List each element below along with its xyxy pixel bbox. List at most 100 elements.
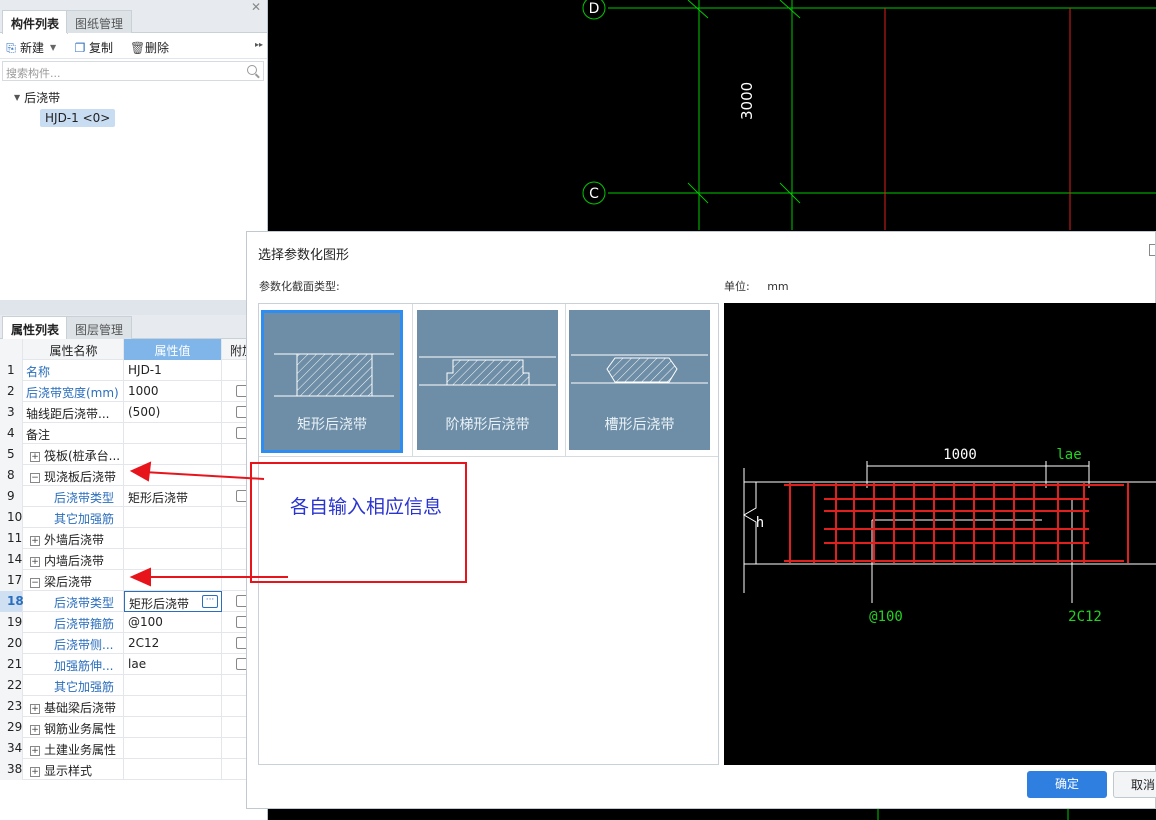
shape-card-stepped[interactable]: 阶梯形后浇带 bbox=[417, 310, 558, 450]
property-value[interactable] bbox=[124, 738, 222, 759]
property-value[interactable] bbox=[124, 717, 222, 738]
row-number: 8 bbox=[0, 465, 23, 486]
property-row-34[interactable]: 34 + 土建业务属性 bbox=[0, 738, 268, 759]
row-number: 22 bbox=[0, 675, 23, 696]
property-value[interactable] bbox=[124, 570, 222, 591]
property-row-22[interactable]: 22 其它加强筋 bbox=[0, 675, 268, 696]
panel-splitter[interactable] bbox=[0, 300, 268, 315]
collapse-icon[interactable]: − bbox=[30, 472, 40, 483]
property-name-text: 筏板(桩承台... bbox=[44, 449, 121, 463]
close-icon[interactable]: ✕ bbox=[251, 0, 261, 14]
property-row-17[interactable]: 17− 梁后浇带 bbox=[0, 570, 268, 591]
expand-icon[interactable]: + bbox=[30, 556, 40, 567]
component-list-panel: 构件列表 图纸管理 ✕ ⎘ 新建 ▼ ❐ 复制 🗑 删除 ▸▸ 搜索构件... … bbox=[0, 0, 268, 300]
tab-property-list[interactable]: 属性列表 bbox=[2, 316, 69, 340]
dialog-title: 选择参数化图形 bbox=[258, 248, 350, 263]
property-row-9[interactable]: 9 后浇带类型 矩形后浇带 bbox=[0, 486, 268, 507]
dialog-maximize-icon[interactable] bbox=[1149, 244, 1155, 256]
header-num bbox=[0, 339, 23, 360]
expand-icon[interactable]: + bbox=[30, 745, 40, 756]
property-name-text: 后浇带类型 bbox=[54, 491, 115, 505]
property-name: 后浇带侧... bbox=[24, 633, 124, 654]
property-name: 名称 bbox=[24, 360, 124, 381]
property-value[interactable]: 2C12 bbox=[124, 633, 222, 654]
property-row-4[interactable]: 4 备注 bbox=[0, 423, 268, 444]
preview-drawing: 1000 lae h @100 2C12 bbox=[743, 447, 1156, 625]
property-value[interactable] bbox=[124, 528, 222, 549]
header-value: 属性值 bbox=[124, 339, 222, 360]
property-row-23[interactable]: 23 + 基础梁后浇带 bbox=[0, 696, 268, 717]
property-row-11[interactable]: 11 + 外墙后浇带 bbox=[0, 528, 268, 549]
tree-node-hjd1[interactable]: HJD-1 <0> bbox=[40, 109, 116, 127]
property-value[interactable] bbox=[124, 549, 222, 570]
caret-down-icon[interactable]: ▼ bbox=[14, 93, 20, 102]
expand-icon[interactable]: + bbox=[30, 451, 40, 462]
new-button[interactable]: ⎘ 新建 ▼ bbox=[5, 39, 56, 56]
property-value[interactable] bbox=[124, 696, 222, 717]
property-row-38[interactable]: 38 + 显示样式 bbox=[0, 759, 268, 780]
row-number: 9 bbox=[0, 486, 23, 507]
property-value-text: 矩形后浇带 bbox=[128, 491, 189, 505]
property-row-10[interactable]: 10 其它加强筋 bbox=[0, 507, 268, 528]
row-number: 29 bbox=[0, 717, 23, 738]
property-name: 加强筋伸... bbox=[24, 654, 124, 675]
property-value-text: 2C12 bbox=[128, 636, 160, 650]
property-row-29[interactable]: 29 + 钢筋业务属性 bbox=[0, 717, 268, 738]
property-value[interactable] bbox=[124, 423, 222, 444]
property-value[interactable]: 1000 bbox=[124, 381, 222, 402]
property-row-19[interactable]: 19 后浇带箍筋 @100 bbox=[0, 612, 268, 633]
property-value[interactable]: (500) bbox=[124, 402, 222, 423]
property-row-8[interactable]: 8− 现浇板后浇带 bbox=[0, 465, 268, 486]
tab-layer-management[interactable]: 图层管理 bbox=[66, 316, 133, 339]
property-row-5[interactable]: 5 + 筏板(桩承台... bbox=[0, 444, 268, 465]
tree-node-root[interactable]: ▼ 后浇带 bbox=[14, 89, 60, 106]
chevron-down-icon[interactable]: ▼ bbox=[50, 43, 56, 52]
copy-button[interactable]: ❐ 复制 bbox=[74, 39, 113, 56]
property-name-text: 其它加强筋 bbox=[54, 680, 115, 694]
property-name: + 基础梁后浇带 bbox=[24, 696, 124, 717]
property-row-1[interactable]: 1 名称 HJD-1 bbox=[0, 360, 268, 381]
preview-bar-label: 2C12 bbox=[1068, 609, 1102, 625]
property-name: 备注 bbox=[24, 423, 124, 444]
property-value[interactable] bbox=[124, 465, 222, 486]
property-row-14[interactable]: 14 + 内墙后浇带 bbox=[0, 549, 268, 570]
collapse-icon[interactable]: − bbox=[30, 577, 40, 588]
property-row-2[interactable]: 2 后浇带宽度(mm) 1000 bbox=[0, 381, 268, 402]
property-value[interactable]: @100 bbox=[124, 612, 222, 633]
expand-icon[interactable]: + bbox=[30, 703, 40, 714]
expand-icon[interactable]: + bbox=[30, 766, 40, 777]
expand-icon[interactable]: + bbox=[30, 535, 40, 546]
property-value[interactable] bbox=[124, 759, 222, 780]
property-name-text: 后浇带宽度(mm) bbox=[26, 386, 119, 400]
expand-icon[interactable]: + bbox=[30, 724, 40, 735]
property-value[interactable] bbox=[124, 675, 222, 696]
property-row-21[interactable]: 21 加强筋伸... lae bbox=[0, 654, 268, 675]
property-value[interactable]: HJD-1 bbox=[124, 360, 222, 381]
row-number: 17 bbox=[0, 570, 23, 591]
tab-component-list[interactable]: 构件列表 bbox=[2, 10, 69, 34]
row-number: 23 bbox=[0, 696, 23, 717]
more-icon[interactable]: ▸▸ bbox=[255, 40, 263, 49]
confirm-button[interactable]: 确定 bbox=[1027, 771, 1107, 798]
search-icon[interactable] bbox=[247, 65, 257, 75]
property-row-18[interactable]: 18 后浇带类型 矩形后浇带 ··· bbox=[0, 591, 268, 612]
property-row-20[interactable]: 20 后浇带侧... 2C12 bbox=[0, 633, 268, 654]
property-value[interactable]: 矩形后浇带 bbox=[124, 486, 222, 507]
component-search-input[interactable]: 搜索构件... bbox=[2, 61, 264, 81]
shape-card-rectangular[interactable]: 矩形后浇带 bbox=[261, 310, 403, 453]
tab-drawing-management[interactable]: 图纸管理 bbox=[66, 10, 133, 33]
shape-card-groove[interactable]: 槽形后浇带 bbox=[569, 310, 710, 450]
cancel-button[interactable]: 取消 bbox=[1113, 771, 1156, 798]
ellipsis-icon[interactable]: ··· bbox=[202, 595, 218, 608]
property-value[interactable] bbox=[124, 444, 222, 465]
property-name-text: 后浇带侧... bbox=[54, 638, 114, 652]
property-row-3[interactable]: 3 轴线距后浇带... (500) bbox=[0, 402, 268, 423]
delete-button[interactable]: 🗑 删除 bbox=[130, 39, 169, 56]
preview-h-label: h bbox=[756, 515, 764, 531]
property-value[interactable]: lae bbox=[124, 654, 222, 675]
property-value[interactable]: 矩形后浇带 ··· bbox=[124, 591, 222, 612]
preview-lae-label: lae bbox=[1056, 447, 1081, 463]
property-name: 其它加强筋 bbox=[24, 507, 124, 528]
property-value[interactable] bbox=[124, 507, 222, 528]
property-name: + 钢筋业务属性 bbox=[24, 717, 124, 738]
